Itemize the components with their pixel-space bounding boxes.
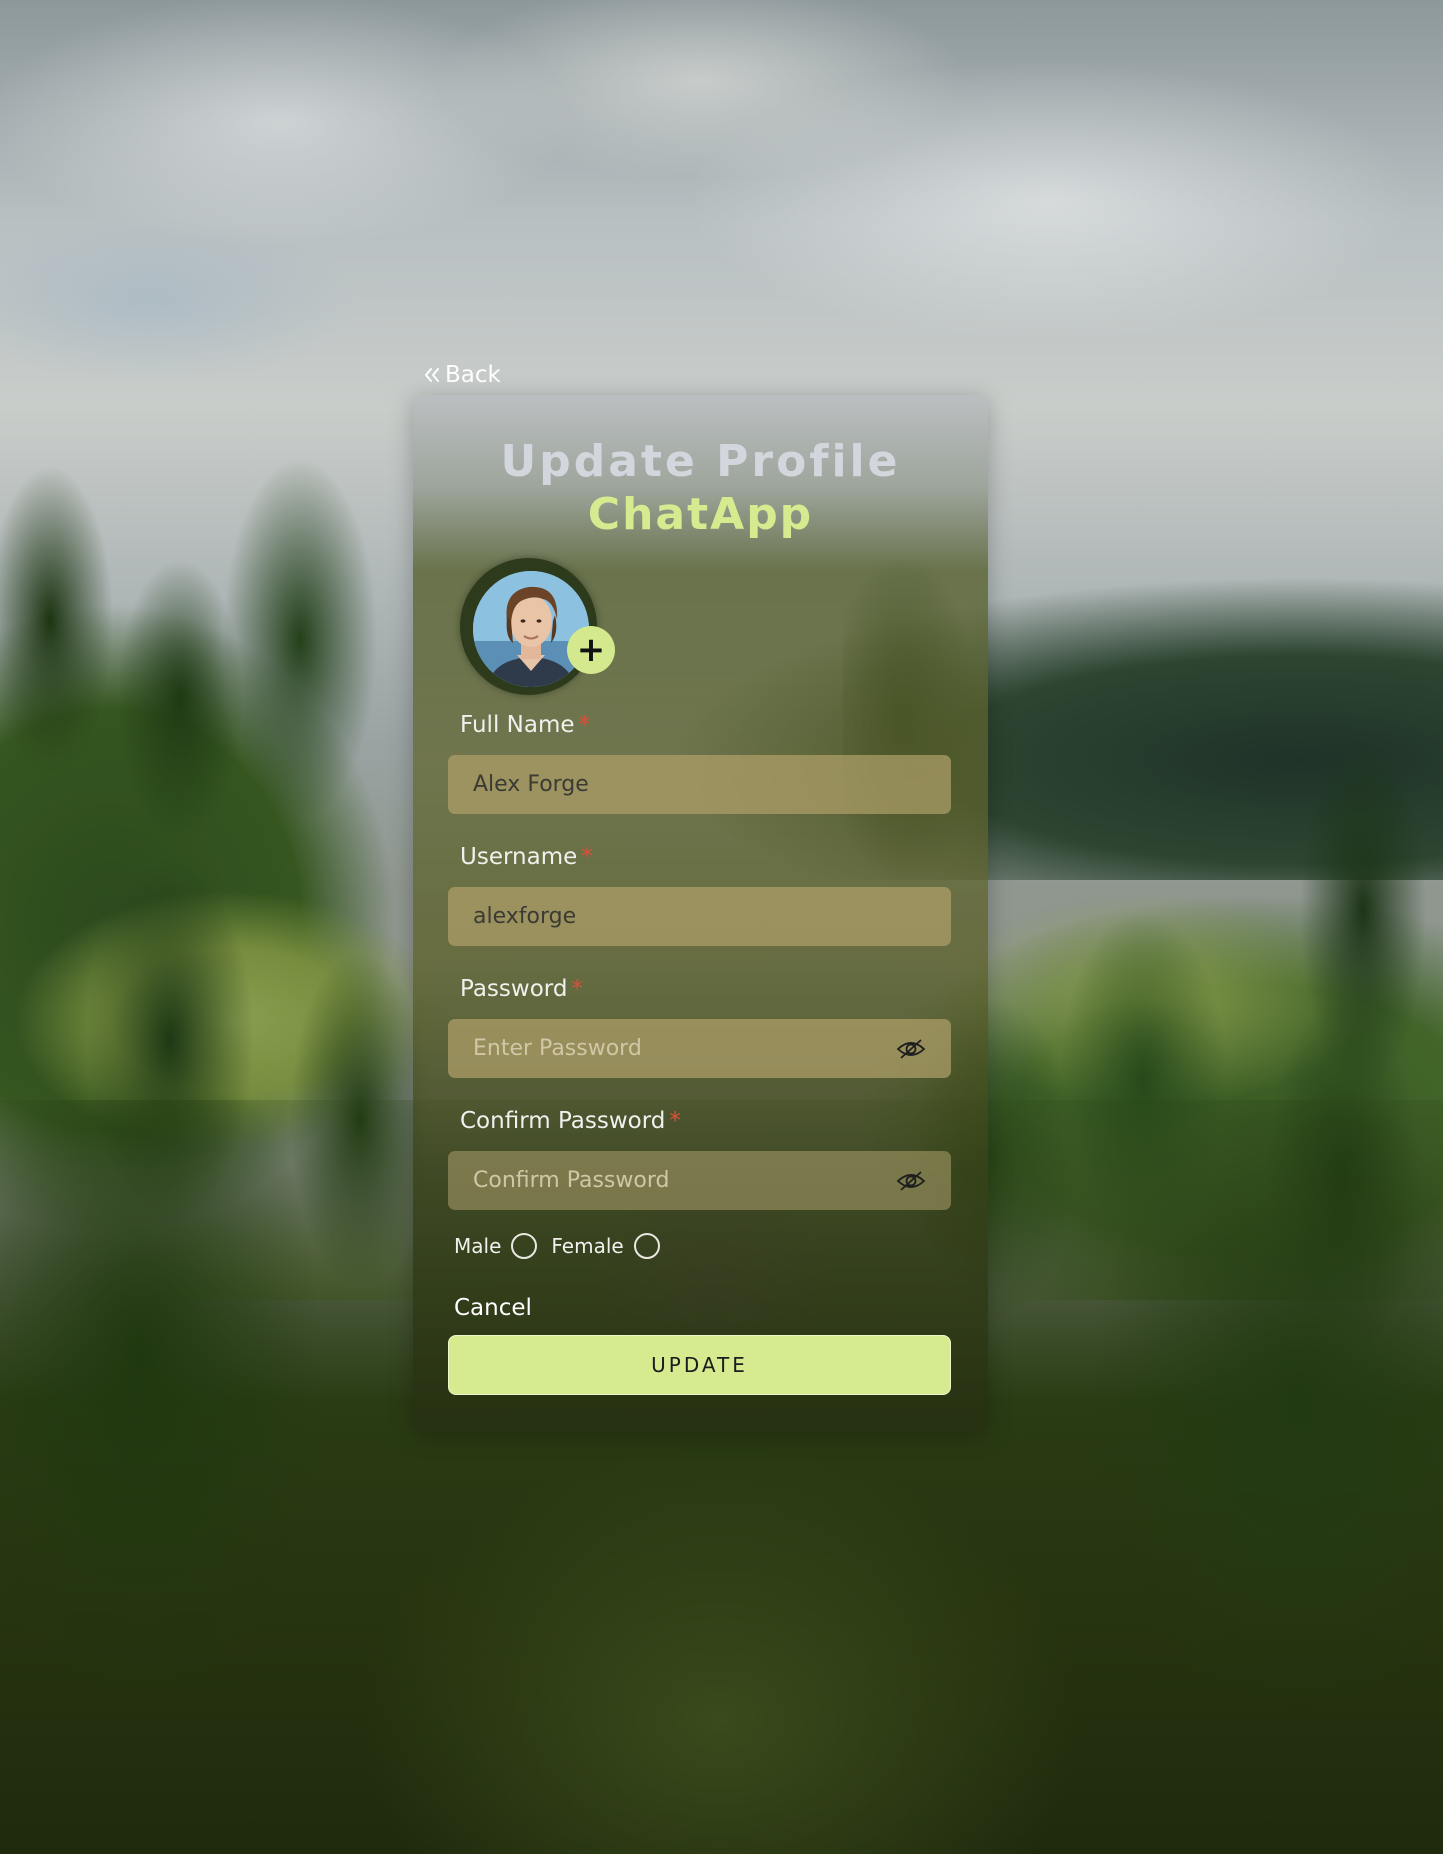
- eye-off-icon[interactable]: [896, 1170, 926, 1192]
- double-chevron-left-icon: [425, 368, 439, 382]
- password-field[interactable]: [448, 1019, 951, 1078]
- username-input[interactable]: [473, 904, 926, 929]
- add-photo-button[interactable]: +: [567, 626, 615, 674]
- avatar-frame: [460, 558, 597, 695]
- gender-selector: Male Female: [454, 1233, 674, 1259]
- plus-icon: +: [576, 630, 606, 670]
- avatar: [473, 571, 589, 687]
- back-label: Back: [445, 362, 501, 388]
- confirm-password-input[interactable]: [473, 1168, 896, 1193]
- cancel-button[interactable]: Cancel: [454, 1295, 532, 1321]
- required-mark: *: [669, 1108, 681, 1134]
- female-radio[interactable]: [633, 1233, 660, 1259]
- full-name-label: Full Name *: [460, 712, 590, 738]
- password-label: Password *: [460, 976, 583, 1002]
- username-label: Username *: [460, 844, 593, 870]
- page-title: Update Profile: [500, 436, 901, 487]
- female-label: Female: [551, 1234, 624, 1258]
- required-mark: *: [578, 712, 591, 738]
- username-field[interactable]: [448, 887, 951, 946]
- required-mark: *: [581, 844, 593, 870]
- required-mark: *: [571, 976, 583, 1002]
- update-button[interactable]: UPDATE: [448, 1335, 951, 1395]
- confirm-password-label: Confirm Password *: [460, 1108, 681, 1134]
- confirm-password-field[interactable]: [448, 1151, 951, 1210]
- full-name-field[interactable]: [448, 755, 951, 814]
- brand-name: ChatApp: [587, 489, 814, 540]
- password-input[interactable]: [473, 1036, 896, 1061]
- male-radio[interactable]: [511, 1233, 538, 1259]
- avatar-photo: [473, 571, 589, 687]
- full-name-input[interactable]: [473, 772, 926, 797]
- update-profile-card: Update Profile ChatApp + Full Name * Ale…: [413, 395, 988, 1432]
- back-link[interactable]: Back: [423, 362, 501, 388]
- male-label: Male: [454, 1234, 502, 1258]
- eye-off-icon[interactable]: [896, 1038, 926, 1060]
